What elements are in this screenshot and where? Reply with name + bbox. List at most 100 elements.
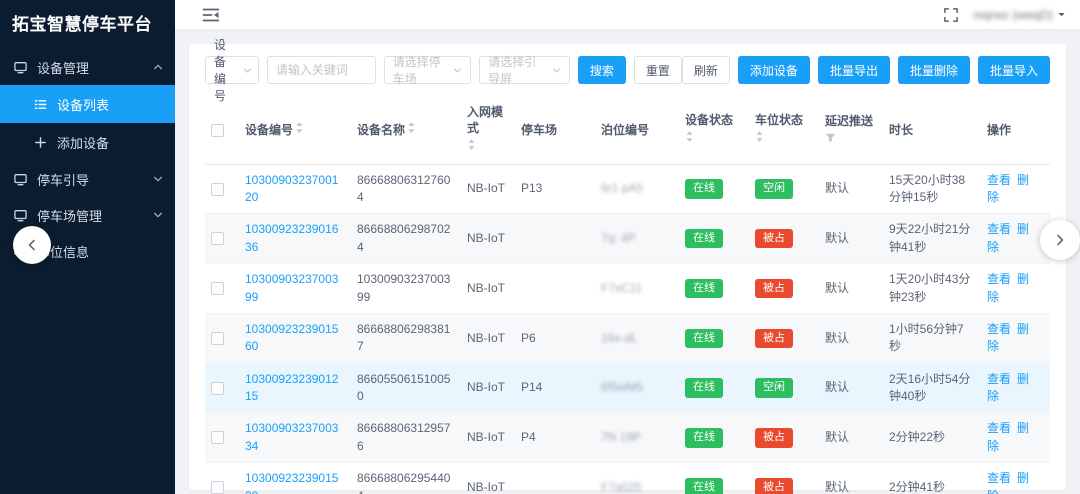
sort-icon[interactable] <box>755 130 764 147</box>
add-device-button[interactable]: 添加设备 <box>738 56 810 84</box>
device-name: 866688062954404 <box>351 463 461 494</box>
device-id-link[interactable]: 1030092323901636 <box>245 222 338 253</box>
row-checkbox[interactable] <box>211 232 224 245</box>
sidebar-fold-icon[interactable] <box>202 7 220 23</box>
sidebar-item-parking-guidance[interactable]: 停车引导 <box>0 161 175 197</box>
network-mode: NB-IoT <box>461 363 515 413</box>
row-checkbox[interactable] <box>211 282 224 295</box>
slot-status-badge: 被占 <box>755 279 793 298</box>
berth-number-blurred: 6f5wM5 <box>601 380 643 394</box>
device-name: 866688062983817 <box>351 313 461 363</box>
col-delay-push[interactable]: 延迟推送 <box>819 96 883 164</box>
parking-lot: P13 <box>515 164 595 214</box>
device-id-link[interactable]: 1030092323901530 <box>245 471 338 494</box>
chevron-up-icon <box>153 62 163 72</box>
row-checkbox[interactable] <box>211 481 224 494</box>
view-link[interactable]: 查看 <box>987 222 1011 236</box>
device-status-badge: 在线 <box>685 478 723 494</box>
sidebar-item-add-device[interactable]: 添加设备 <box>0 123 175 161</box>
sort-icon[interactable] <box>685 130 694 147</box>
sidebar-item-label: 设备列表 <box>57 95 163 114</box>
sidebar-item-device-management[interactable]: 设备管理 <box>0 49 175 85</box>
chevron-down-icon <box>153 210 163 220</box>
col-device-status[interactable]: 设备状态 <box>679 96 749 164</box>
fullscreen-icon[interactable] <box>944 8 958 22</box>
column-label: 时长 <box>889 122 913 138</box>
search-button[interactable]: 搜索 <box>578 56 626 84</box>
slot-status-badge: 空闲 <box>755 378 793 397</box>
slot-status-badge: 空闲 <box>755 179 793 198</box>
row-checkbox[interactable] <box>211 382 224 395</box>
view-link[interactable]: 查看 <box>987 322 1011 336</box>
column-label: 设备名称 <box>357 122 405 138</box>
sort-icon[interactable] <box>407 121 416 138</box>
device-id-link[interactable]: 1030092323901215 <box>245 372 338 403</box>
scroll-right-button[interactable] <box>1040 220 1080 260</box>
view-link[interactable]: 查看 <box>987 471 1011 485</box>
table-row: 1030090323700399 1030090323700399 NB-IoT… <box>205 264 1050 314</box>
batch-export-button[interactable]: 批量导出 <box>818 56 890 84</box>
row-checkbox[interactable] <box>211 431 224 444</box>
scroll-left-button[interactable] <box>13 226 51 264</box>
row-checkbox[interactable] <box>211 183 224 196</box>
view-link[interactable]: 查看 <box>987 272 1011 286</box>
device-id-link[interactable]: 1030090323700120 <box>245 173 338 204</box>
parking-lot <box>515 264 595 314</box>
user-menu[interactable]: mqrwz (wwqD) <box>974 8 1066 22</box>
search-field-select[interactable]: 设备编号 <box>205 56 259 84</box>
device-id-link[interactable]: 1030090323700399 <box>245 272 338 303</box>
guide-screen-select[interactable]: 请选择引导屏 <box>479 56 570 84</box>
duration: 9天22小时21分钟41秒 <box>883 214 981 264</box>
delay-push: 默认 <box>819 413 883 463</box>
filter-icon[interactable] <box>825 131 836 147</box>
sidebar-item-label: 停车场管理 <box>37 206 153 225</box>
column-label: 操作 <box>987 122 1011 138</box>
column-label: 入网模式 <box>467 104 509 136</box>
col-duration: 时长 <box>883 96 981 164</box>
device-status-badge: 在线 <box>685 229 723 248</box>
device-id-link[interactable]: 1030092323901560 <box>245 322 338 353</box>
device-name: 866055061510050 <box>351 363 461 413</box>
table-row: 1030090323700120 866688063127604 NB-IoT … <box>205 164 1050 214</box>
network-mode: NB-IoT <box>461 264 515 314</box>
reset-button[interactable]: 重置 <box>634 56 682 84</box>
device-icon <box>14 209 29 222</box>
batch-import-button[interactable]: 批量导入 <box>978 56 1050 84</box>
network-mode: NB-IoT <box>461 214 515 264</box>
delay-push: 默认 <box>819 463 883 494</box>
sort-icon[interactable] <box>467 138 476 155</box>
col-device-name[interactable]: 设备名称 <box>351 96 461 164</box>
row-checkbox[interactable] <box>211 332 224 345</box>
chevron-down-icon <box>1057 10 1066 19</box>
device-name: 866688063127604 <box>351 164 461 214</box>
table-row: 1030092323901215 866055061510050 NB-IoT … <box>205 363 1050 413</box>
view-link[interactable]: 查看 <box>987 173 1011 187</box>
view-link[interactable]: 查看 <box>987 372 1011 386</box>
batch-delete-button[interactable]: 批量删除 <box>898 56 970 84</box>
refresh-button[interactable]: 刷新 <box>682 56 730 84</box>
col-berth-no: 泊位编号 <box>595 96 679 164</box>
device-name: 866688062987024 <box>351 214 461 264</box>
select-all-checkbox[interactable] <box>211 124 224 137</box>
table-row: 1030092323901636 866688062987024 NB-IoT … <box>205 214 1050 264</box>
sidebar-item-device-list[interactable]: 设备列表 <box>0 85 175 123</box>
chevron-down-icon <box>153 174 163 184</box>
col-slot-status[interactable]: 车位状态 <box>749 96 819 164</box>
delay-push: 默认 <box>819 313 883 363</box>
delay-push: 默认 <box>819 264 883 314</box>
col-device-id[interactable]: 设备编号 <box>239 96 351 164</box>
view-link[interactable]: 查看 <box>987 421 1011 435</box>
duration: 2分钟41秒 <box>883 463 981 494</box>
berth-number-blurred: F7a025 <box>601 480 642 494</box>
column-label: 停车场 <box>521 122 557 138</box>
parking-lot <box>515 214 595 264</box>
col-network-mode[interactable]: 入网模式 <box>461 96 515 164</box>
column-label: 泊位编号 <box>601 122 649 138</box>
device-id-link[interactable]: 1030090323700334 <box>245 421 338 452</box>
slot-status-badge: 被占 <box>755 478 793 494</box>
parking-lot-select[interactable]: 请选择停车场 <box>384 56 472 84</box>
duration: 2分钟22秒 <box>883 413 981 463</box>
keyword-input[interactable] <box>276 63 367 77</box>
sort-icon[interactable] <box>295 121 304 138</box>
device-status-badge: 在线 <box>685 378 723 397</box>
